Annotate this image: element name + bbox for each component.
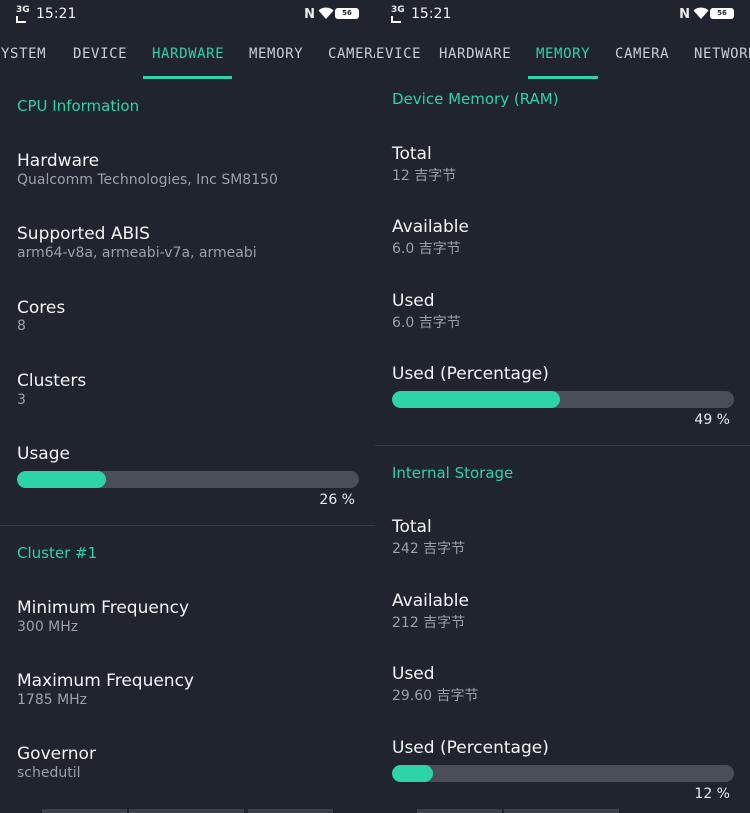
min-frequency-value: 300 MHz [17,619,79,635]
ram-total-value: 12 吉字节 [392,168,457,184]
storage-used-label: Used [392,664,435,684]
abis-label: Supported ABIS [17,224,150,244]
ram-used-label: Used [392,291,435,311]
cpu-usage-percent: 26 % [319,492,355,508]
storage-section-title: Internal Storage [392,464,514,482]
tab-system[interactable]: SYSTEM [0,46,46,62]
battery-icon: 56 [335,8,359,19]
signal-icon: 3G [16,6,30,23]
min-frequency-label: Minimum Frequency [17,598,190,618]
max-frequency-value: 1785 MHz [17,692,88,708]
storage-usage-percent: 12 % [694,786,730,802]
ram-available-value: 6.0 吉字节 [392,241,461,257]
storage-total-value: 242 吉字节 [392,541,466,557]
cpu-usage-bar [17,471,359,488]
cores-value: 8 [17,318,26,334]
scroll-edge [504,809,619,813]
tab-hardware[interactable]: HARDWARE [152,46,224,62]
status-bar: 3G 15:21 N 56 [375,0,750,30]
clusters-value: 3 [17,392,26,408]
wifi-icon [318,7,334,19]
hardware-value: Qualcomm Technologies, Inc SM8150 [17,172,278,188]
nfc-icon: N [679,7,690,22]
storage-used-value: 29.60 吉字节 [392,688,479,704]
ram-used-percentage-label: Used (Percentage) [392,364,549,384]
storage-usage-bar [392,765,734,782]
tab-hardware[interactable]: HARDWARE [439,46,511,62]
scroll-edge [129,809,244,813]
signal-icon: 3G [391,6,405,23]
hardware-label: Hardware [17,151,100,171]
wifi-icon [693,7,709,19]
scroll-edge [248,809,333,813]
storage-used-percentage-label: Used (Percentage) [392,738,549,758]
ram-usage-fill [392,391,560,408]
section-divider [375,445,750,446]
tab-bar: DEVICE HARDWARE MEMORY CAMERA NETWORK [375,32,750,79]
network-type: 3G [16,5,30,15]
ram-usage-percent: 49 % [694,412,730,428]
status-time: 15:21 [411,6,452,22]
scroll-edge [417,809,502,813]
scroll-edge [42,809,127,813]
network-type: 3G [391,5,405,15]
memory-screen: 3G 15:21 N 56 DEVICE HARDWARE MEMORY CAM… [375,0,750,813]
cpu-usage-fill [17,471,106,488]
active-tab-indicator [528,76,598,79]
ram-section-title: Device Memory (RAM) [392,90,559,108]
tab-device[interactable]: DEVICE [73,46,127,62]
section-divider [0,525,375,526]
storage-available-label: Available [392,591,469,611]
nfc-icon: N [304,7,315,22]
cluster-section-title: Cluster #1 [17,544,98,562]
ram-available-label: Available [392,217,469,237]
governor-value: schedutil [17,765,81,781]
ram-total-label: Total [392,144,432,164]
tab-memory[interactable]: MEMORY [249,46,303,62]
clusters-label: Clusters [17,371,87,391]
tab-device[interactable]: DEVICE [375,46,421,62]
cores-label: Cores [17,298,66,318]
tab-camera[interactable]: CAMERA [328,46,375,62]
tab-memory[interactable]: MEMORY [536,46,590,62]
usage-label: Usage [17,444,70,464]
governor-label: Governor [17,744,96,764]
tab-network[interactable]: NETWORK [694,46,750,62]
cpu-section-title: CPU Information [17,97,140,115]
battery-icon: 56 [710,8,734,19]
active-tab-indicator [143,76,232,79]
ram-used-value: 6.0 吉字节 [392,315,461,331]
ram-usage-bar [392,391,734,408]
storage-total-label: Total [392,517,432,537]
abis-value: arm64-v8a, armeabi-v7a, armeabi [17,245,257,261]
storage-usage-fill [392,765,434,782]
status-bar: 3G 15:21 N 56 [0,0,375,30]
tab-bar: SYSTEM DEVICE HARDWARE MEMORY CAMERA [0,32,375,79]
max-frequency-label: Maximum Frequency [17,671,194,691]
hardware-screen: 3G 15:21 N 56 SYSTEM DEVICE HARDWARE MEM… [0,0,375,813]
storage-available-value: 212 吉字节 [392,615,466,631]
status-time: 15:21 [36,6,77,22]
tab-camera[interactable]: CAMERA [615,46,669,62]
